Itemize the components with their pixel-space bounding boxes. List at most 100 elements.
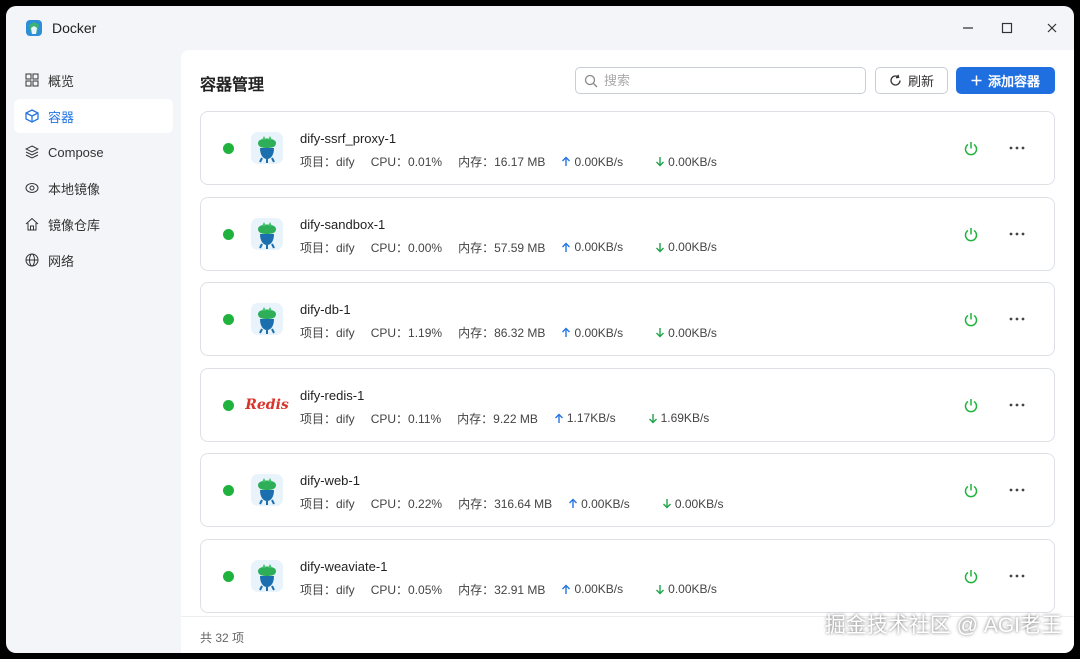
app-title: Docker bbox=[52, 20, 97, 36]
refresh-label: 刷新 bbox=[907, 74, 934, 89]
search-input[interactable] bbox=[604, 73, 844, 88]
total-count: 共 32 项 bbox=[200, 631, 245, 645]
power-icon bbox=[964, 569, 978, 583]
power-button[interactable] bbox=[961, 139, 981, 159]
sidebar: 概览 容器 Compose 本地镜像 镜像仓库 网络 bbox=[6, 50, 181, 653]
power-button[interactable] bbox=[961, 481, 981, 501]
container-name: dify-weaviate-1 bbox=[300, 558, 388, 574]
container-card[interactable]: Redis dify-redis-1 项目：dify CPU：0.11% 内存：9.22… bbox=[200, 367, 1055, 442]
project-label: 项目：dify bbox=[300, 411, 355, 426]
container-meta: 项目：dify CPU：0.22% 内存：316.64 MB 0.00KB/s 0.00… bbox=[300, 495, 756, 512]
squid-logo bbox=[248, 215, 286, 253]
project-label: 项目：dify bbox=[300, 326, 355, 340]
sidebar-item-label: 容器 bbox=[48, 109, 75, 125]
project-label: 项目：dify bbox=[300, 240, 355, 255]
refresh-button[interactable]: 刷新 bbox=[875, 67, 948, 94]
container-name: dify-redis-1 bbox=[300, 387, 365, 403]
arrow-up-icon bbox=[562, 584, 571, 594]
container-name: dify-web-1 bbox=[300, 473, 360, 488]
sidebar-item-image-registry[interactable]: 镜像仓库 bbox=[14, 207, 173, 241]
download-rate: 0.00KB/s bbox=[655, 155, 733, 169]
sidebar-item-compose[interactable]: Compose bbox=[14, 135, 173, 169]
globe-icon bbox=[24, 252, 40, 268]
power-button[interactable] bbox=[961, 310, 981, 330]
memory-label: 内存：86.32 MB bbox=[458, 326, 546, 340]
upload-rate-value: 0.00KB/s bbox=[574, 325, 624, 340]
maximize-icon bbox=[1001, 22, 1013, 34]
home-icon bbox=[24, 216, 40, 232]
maximize-button[interactable] bbox=[995, 16, 1019, 40]
container-name: dify-db-1 bbox=[300, 302, 351, 317]
more-dots-icon bbox=[1009, 317, 1025, 321]
cpu-label: CPU：0.05% bbox=[370, 582, 443, 597]
arrow-down-icon bbox=[662, 499, 671, 509]
container-name: dify-ssrf_proxy-1 bbox=[300, 131, 397, 146]
project-label: 项目：dify bbox=[300, 582, 355, 597]
title-bar: Docker bbox=[6, 6, 1074, 50]
sidebar-item-network[interactable]: 网络 bbox=[14, 243, 173, 277]
more-options-button[interactable] bbox=[1005, 566, 1029, 586]
power-icon bbox=[964, 313, 978, 327]
more-options-button[interactable] bbox=[1005, 138, 1029, 158]
power-button[interactable] bbox=[961, 396, 981, 416]
running-status-dot bbox=[223, 228, 234, 240]
sidebar-item-local-images[interactable]: 本地镜像 bbox=[14, 171, 173, 205]
download-rate-value: 0.00KB/s bbox=[668, 240, 717, 254]
upload-rate-value: 0.00KB/s bbox=[574, 154, 624, 169]
download-rate: 0.00KB/s bbox=[655, 582, 733, 596]
upload-rate-value: 0.00KB/s bbox=[574, 240, 624, 254]
minimize-button[interactable] bbox=[956, 16, 980, 40]
minimize-icon bbox=[963, 27, 973, 29]
plus-icon bbox=[971, 75, 982, 86]
running-status-dot bbox=[223, 314, 234, 325]
container-card[interactable]: dify-sandbox-1 项目：dify CPU：0.00% 内存：57.59 M… bbox=[200, 196, 1055, 271]
eye-disc-icon bbox=[24, 180, 40, 196]
container-logo-icon bbox=[251, 217, 283, 250]
arrow-up-icon bbox=[569, 498, 578, 508]
cpu-label: CPU：0.22% bbox=[370, 497, 443, 511]
container-card[interactable]: dify-ssrf_proxy-1 项目：dify CPU：0.01% 内存：16.1… bbox=[200, 111, 1055, 185]
upload-rate-value: 0.00KB/s bbox=[581, 496, 630, 511]
container-card[interactable]: dify-web-1 项目：dify CPU：0.22% 内存：316.64 MB 0.… bbox=[200, 453, 1055, 527]
container-card[interactable]: dify-weaviate-1 项目：dify CPU：0.05% 内存：32.91 … bbox=[200, 538, 1055, 613]
squid-logo bbox=[248, 557, 286, 595]
download-rate-value: 1.69KB/s bbox=[660, 411, 710, 425]
more-options-button[interactable] bbox=[1005, 309, 1029, 329]
upload-rate: 0.00KB/s bbox=[568, 497, 646, 511]
upload-rate: 0.00KB/s bbox=[561, 326, 639, 340]
power-button[interactable] bbox=[961, 225, 981, 245]
upload-rate: 0.00KB/s bbox=[561, 240, 639, 254]
download-rate-value: 0.00KB/s bbox=[674, 496, 724, 511]
sidebar-item-containers[interactable]: 容器 bbox=[14, 99, 173, 133]
container-card[interactable]: dify-db-1 项目：dify CPU：1.19% 内存：86.32 MB 0.00… bbox=[200, 282, 1055, 356]
download-rate: 0.00KB/s bbox=[662, 497, 740, 511]
arrow-up-icon bbox=[554, 413, 563, 423]
cpu-label: CPU：1.19% bbox=[370, 326, 443, 340]
power-icon bbox=[964, 142, 978, 156]
squid-logo bbox=[248, 300, 286, 338]
docker-window: Docker 概览 容器 Compose 本地镜像 镜像仓库 网络 容器管理 搜… bbox=[6, 6, 1074, 653]
running-status-dot bbox=[223, 570, 234, 582]
sidebar-item-label: 概览 bbox=[48, 73, 75, 89]
grid-icon bbox=[24, 72, 40, 88]
arrow-down-icon bbox=[656, 242, 665, 252]
container-logo-icon bbox=[251, 559, 283, 592]
search-box[interactable] bbox=[575, 67, 866, 94]
more-options-button[interactable] bbox=[1005, 224, 1029, 244]
project-label: 项目：dify bbox=[300, 155, 355, 169]
add-container-button[interactable]: 添加容器 bbox=[956, 67, 1055, 94]
more-options-button[interactable] bbox=[1005, 480, 1029, 500]
close-button[interactable] bbox=[1040, 16, 1064, 40]
memory-label: 内存：316.64 MB bbox=[458, 497, 553, 511]
more-dots-icon bbox=[1009, 403, 1025, 406]
project-label: 项目：dify bbox=[300, 497, 355, 511]
sidebar-item-overview[interactable]: 概览 bbox=[14, 63, 173, 97]
more-options-button[interactable] bbox=[1005, 395, 1029, 415]
container-name: dify-sandbox-1 bbox=[300, 216, 386, 232]
more-dots-icon bbox=[1009, 574, 1025, 577]
sidebar-item-label: 本地镜像 bbox=[48, 181, 101, 197]
download-rate: 1.69KB/s bbox=[648, 411, 726, 425]
power-button[interactable] bbox=[961, 567, 981, 587]
arrow-up-icon bbox=[562, 156, 571, 166]
download-rate: 0.00KB/s bbox=[655, 240, 733, 254]
